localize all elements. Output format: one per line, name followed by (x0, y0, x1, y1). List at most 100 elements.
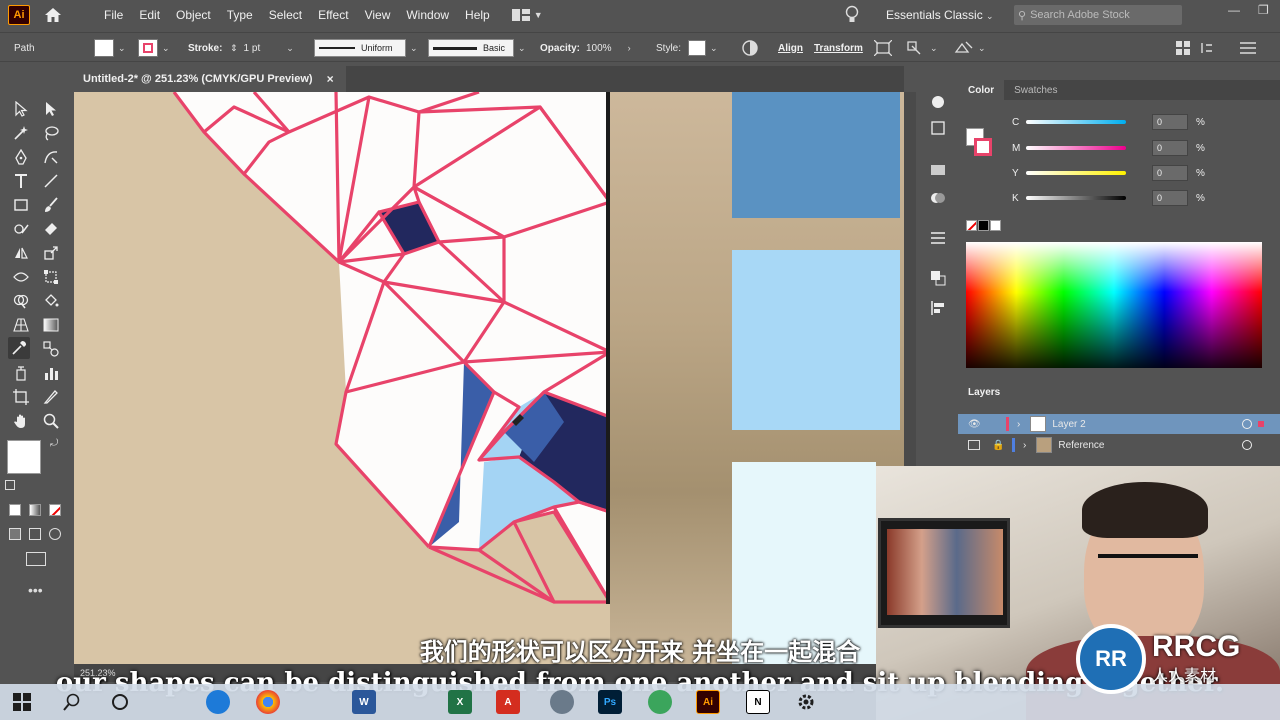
gradient-panel-icon[interactable] (928, 160, 948, 180)
line-segment-tool-icon[interactable] (40, 170, 62, 192)
zoom-tool-icon[interactable] (40, 410, 62, 432)
menu-effect[interactable]: Effect (310, 8, 356, 22)
panel-stroke-swatch[interactable] (974, 138, 992, 156)
visibility-toggle[interactable] (968, 440, 980, 450)
menu-object[interactable]: Object (168, 8, 219, 22)
workspace-switcher[interactable]: Essentials Classic ⌄ (886, 8, 994, 22)
reflect-tool-icon[interactable] (10, 242, 32, 264)
acrobat-icon[interactable]: A (496, 690, 520, 714)
edge-icon[interactable] (206, 690, 230, 714)
fill-color-box[interactable] (7, 440, 41, 474)
magenta-value-input[interactable]: 0 (1152, 140, 1188, 156)
stroke-panel-icon[interactable] (928, 228, 948, 248)
document-tab[interactable]: Untitled-2* @ 251.23% (CMYK/GPU Preview)… (74, 66, 346, 92)
minimize-button[interactable]: — (1228, 3, 1240, 17)
align-panel-icon[interactable] (928, 298, 948, 318)
photoshop-icon[interactable]: Ps (598, 690, 622, 714)
menu-type[interactable]: Type (219, 8, 261, 22)
graphic-style-swatch[interactable]: ⌄ (688, 33, 718, 63)
lasso-tool-icon[interactable] (40, 122, 62, 144)
menu-edit[interactable]: Edit (131, 8, 168, 22)
slice-tool-icon[interactable] (40, 386, 62, 408)
windows-start-icon[interactable] (10, 690, 34, 714)
maximize-button[interactable]: ❐ (1258, 3, 1269, 17)
selection-tool-icon[interactable] (10, 98, 32, 120)
chrome-icon[interactable] (256, 690, 280, 714)
menu-select[interactable]: Select (261, 8, 310, 22)
color-spectrum[interactable] (966, 242, 1262, 368)
magenta-slider[interactable]: M 0 % (1012, 140, 1205, 156)
transform-link[interactable]: Transform (814, 33, 863, 63)
isolate-icon[interactable] (874, 33, 892, 63)
path-edit-icon[interactable]: ⌄ (906, 33, 938, 63)
color-mode-icon[interactable] (9, 504, 21, 516)
type-tool-icon[interactable] (10, 170, 32, 192)
panel-toggle-icon[interactable] (1200, 33, 1222, 63)
width-tool-icon[interactable] (10, 266, 32, 288)
stroke-swatch[interactable]: ⌄ (138, 33, 170, 63)
scale-tool-icon[interactable] (40, 242, 62, 264)
rectangle-tool-icon[interactable] (10, 194, 32, 216)
layer-name[interactable]: Layer 2 (1052, 419, 1085, 430)
align-link[interactable]: Align (778, 33, 803, 63)
lock-icon[interactable]: 🔒 (992, 440, 1004, 451)
menu-view[interactable]: View (357, 8, 399, 22)
transform-panel-icon[interactable] (928, 118, 948, 138)
cyan-slider[interactable]: C 0 % (1012, 114, 1205, 130)
chevron-right-icon[interactable]: › (1017, 419, 1020, 430)
brush-definition[interactable]: Basic ⌄ (428, 33, 526, 63)
white-swatch[interactable] (990, 220, 1001, 231)
cortana-icon[interactable] (108, 690, 132, 714)
more-tools-icon[interactable]: ••• (28, 582, 43, 598)
gradient-tool-icon[interactable] (40, 314, 62, 336)
notion-icon[interactable]: N (746, 690, 770, 714)
default-colors-icon[interactable] (5, 480, 15, 490)
opacity-field[interactable]: 100% › (586, 33, 631, 63)
perspective-grid-icon[interactable] (10, 314, 32, 336)
lightbulb-icon[interactable] (844, 5, 860, 25)
appearance-icon[interactable] (928, 92, 948, 112)
tab-swatches[interactable]: Swatches (1004, 80, 1067, 100)
menu-window[interactable]: Window (398, 8, 457, 22)
curvature-tool-icon[interactable] (40, 146, 62, 168)
excel-icon[interactable]: X (448, 690, 472, 714)
none-swatch[interactable] (966, 220, 977, 231)
gradient-mode-icon[interactable] (29, 504, 41, 516)
transparency-icon[interactable] (928, 188, 948, 208)
menu-lines-icon[interactable] (1240, 33, 1256, 63)
column-graph-tool-icon[interactable] (40, 362, 62, 384)
eye-icon[interactable]: 👁 (968, 419, 982, 430)
target-icon[interactable] (1242, 440, 1252, 450)
artboard-tool-icon[interactable] (10, 386, 32, 408)
search-icon[interactable] (60, 690, 84, 714)
eraser-tool-icon[interactable] (40, 218, 62, 240)
layer-name[interactable]: Reference (1058, 440, 1104, 451)
tab-layers[interactable]: Layers (958, 382, 1011, 402)
menu-help[interactable]: Help (457, 8, 498, 22)
target-icon[interactable] (1242, 419, 1252, 429)
draw-behind-icon[interactable] (29, 528, 41, 540)
pen-tool-icon[interactable] (10, 146, 32, 168)
screen-mode-icon[interactable] (26, 552, 46, 566)
browser-icon[interactable] (550, 690, 574, 714)
close-icon[interactable]: × (327, 72, 334, 86)
black-swatch[interactable] (978, 220, 989, 231)
tab-color[interactable]: Color (958, 80, 1005, 100)
blend-tool-icon[interactable] (40, 338, 62, 360)
draw-inside-icon[interactable] (49, 528, 61, 540)
none-mode-icon[interactable] (49, 504, 61, 516)
arrange-grid-icon[interactable] (1176, 33, 1190, 63)
drawing-mode-icon[interactable] (9, 528, 21, 540)
pathfinder-icon[interactable] (928, 268, 948, 288)
stroke-weight-field[interactable]: ⇕ 1 pt ⌄ (230, 33, 294, 63)
word-icon[interactable]: W (352, 690, 376, 714)
yellow-value-input[interactable]: 0 (1152, 165, 1188, 181)
cyan-value-input[interactable]: 0 (1152, 114, 1188, 130)
illustrator-taskbar-icon[interactable]: Ai (696, 690, 720, 714)
recolor-icon[interactable] (742, 33, 758, 63)
layer-row[interactable]: 👁 › Layer 2 (958, 414, 1280, 434)
direct-selection-tool-icon[interactable] (40, 98, 62, 120)
black-value-input[interactable]: 0 (1152, 190, 1188, 206)
variable-width-profile[interactable]: Uniform ⌄ (314, 33, 418, 63)
eyedropper-tool-icon[interactable] (8, 337, 30, 359)
